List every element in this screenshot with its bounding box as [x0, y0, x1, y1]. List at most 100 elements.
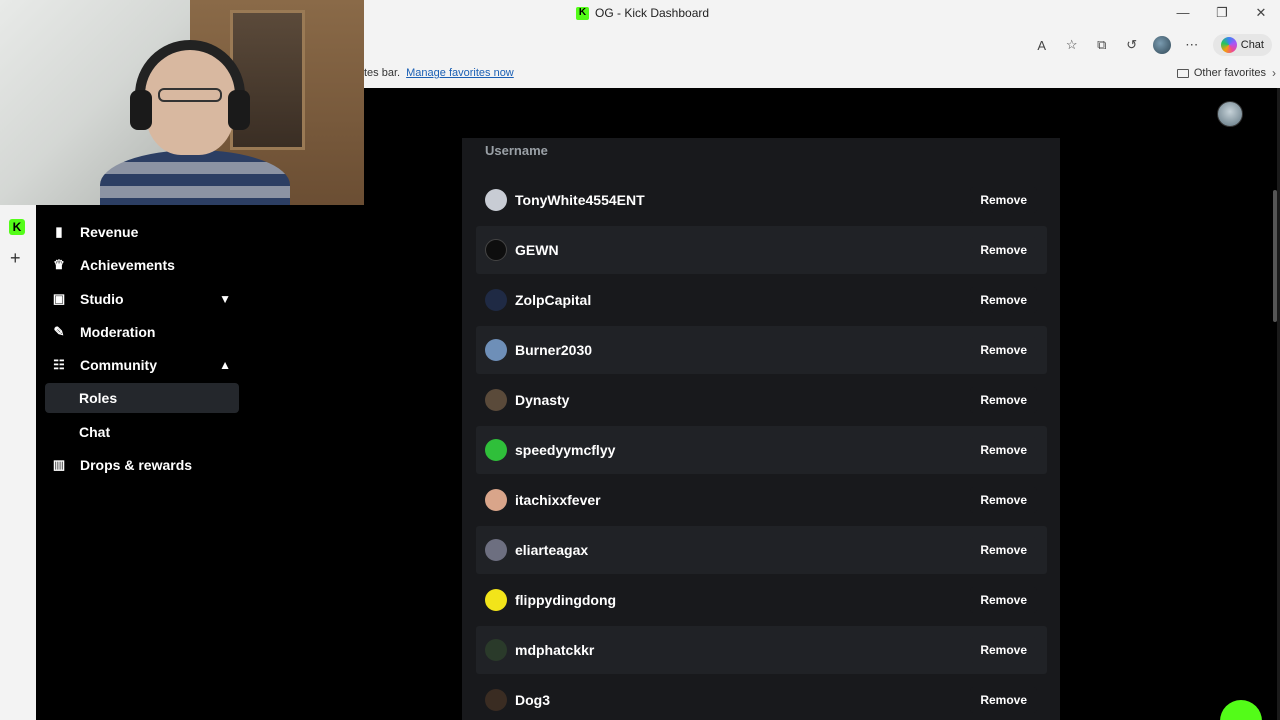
sidebar-item-label: Roles — [79, 390, 118, 406]
remove-button[interactable]: Remove — [970, 637, 1037, 663]
sidebar-item-chat[interactable]: Chat — [45, 417, 239, 447]
avatar — [485, 539, 507, 561]
minimize-icon[interactable]: — — [1168, 4, 1198, 22]
username: Dynasty — [515, 392, 570, 408]
sidebar-item-drops-rewards[interactable]: ▥ Drops & rewards — [45, 450, 239, 480]
username: flippydingdong — [515, 592, 617, 608]
remove-button[interactable]: Remove — [970, 487, 1037, 513]
roles-user-list: Username TonyWhite4554ENT Remove GEWN Re… — [462, 138, 1060, 720]
sidebar-item-label: Studio — [80, 291, 124, 307]
copilot-chat-button[interactable]: Chat — [1212, 34, 1272, 56]
manage-favorites-link[interactable]: Manage favorites now — [406, 67, 514, 79]
remove-button[interactable]: Remove — [970, 187, 1037, 213]
channel-rail: K + — [0, 205, 36, 720]
trophy-icon: ♛ — [53, 257, 65, 272]
favorites-overflow-icon[interactable]: › — [1272, 66, 1276, 80]
username: mdphatckkr — [515, 642, 595, 658]
kick-channel-icon[interactable]: K — [9, 219, 25, 235]
kick-favicon-icon: K — [576, 6, 589, 20]
remove-button[interactable]: Remove — [970, 387, 1037, 413]
window-title-text: OG - Kick Dashboard — [595, 6, 710, 20]
table-row: Burner2030 Remove — [476, 326, 1047, 374]
username: speedyymcflyy — [515, 442, 616, 458]
add-channel-icon[interactable]: + — [10, 249, 21, 267]
other-favorites-folder[interactable]: Other favorites — [1176, 67, 1266, 79]
avatar — [485, 589, 507, 611]
avatar — [485, 289, 507, 311]
sidebar-item-moderation[interactable]: ✎ Moderation — [45, 317, 239, 347]
username: itachixxfever — [515, 492, 601, 508]
history-icon[interactable]: ↺ — [1123, 37, 1141, 53]
table-row: GEWN Remove — [476, 226, 1047, 274]
folder-icon — [1176, 68, 1189, 78]
user-avatar[interactable] — [1217, 101, 1243, 127]
close-icon[interactable]: ✕ — [1246, 4, 1276, 22]
sidebar-item-achievements[interactable]: ♛ Achievements — [45, 250, 239, 280]
table-row: ZolpCapital Remove — [476, 276, 1047, 324]
favorites-bar-text: tes bar. — [364, 67, 401, 79]
avatar — [485, 439, 507, 461]
chevron-up-icon[interactable]: ▲ — [219, 358, 231, 372]
remove-button[interactable]: Remove — [970, 687, 1037, 713]
avatar — [485, 639, 507, 661]
gift-icon: ▥ — [52, 457, 66, 472]
copilot-chat-label: Chat — [1240, 39, 1264, 51]
username: GEWN — [515, 242, 559, 258]
browser-profile-avatar[interactable] — [1152, 36, 1171, 54]
table-row: TonyWhite4554ENT Remove — [476, 176, 1047, 224]
webcam-shirt — [100, 150, 290, 205]
remove-button[interactable]: Remove — [970, 337, 1037, 363]
sidebar-item-roles[interactable]: Roles — [45, 383, 239, 413]
table-row: Dynasty Remove — [476, 376, 1047, 424]
sidebar-item-community[interactable]: ☷ Community ▲ — [45, 350, 239, 380]
sidebar-item-label: Moderation — [80, 324, 156, 340]
username: TonyWhite4554ENT — [515, 192, 645, 208]
other-favorites-label: Other favorites — [1193, 67, 1266, 79]
remove-button[interactable]: Remove — [970, 287, 1037, 313]
restore-icon[interactable]: ❐ — [1207, 4, 1237, 22]
username-column-header: Username — [485, 143, 548, 158]
address-bar[interactable]: A ☆ ⧉ ↺ ⋯ Chat — [364, 30, 1280, 58]
webcam-overlay — [0, 0, 364, 205]
people-icon: ☷ — [53, 357, 65, 372]
avatar — [485, 689, 507, 711]
remove-button[interactable]: Remove — [970, 537, 1037, 563]
avatar — [485, 189, 507, 211]
username: eliarteagax — [515, 542, 589, 558]
remove-button[interactable]: Remove — [970, 237, 1037, 263]
remove-button[interactable]: Remove — [970, 587, 1037, 613]
username: Dog3 — [515, 692, 550, 708]
window-title: K OG - Kick Dashboard — [576, 6, 709, 20]
favorite-star-icon[interactable]: ☆ — [1063, 37, 1081, 53]
extensions-icon[interactable]: ⧉ — [1093, 37, 1111, 53]
wrench-icon: ✎ — [53, 324, 65, 339]
table-row: eliarteagax Remove — [476, 526, 1047, 574]
table-row: itachixxfever Remove — [476, 476, 1047, 524]
avatar — [485, 339, 507, 361]
username: Burner2030 — [515, 342, 593, 358]
avatar — [485, 239, 507, 261]
sidebar-item-revenue[interactable]: ▮ Revenue — [45, 217, 239, 247]
username: ZolpCapital — [515, 292, 592, 308]
sidebar-item-label: Community — [80, 357, 157, 373]
copilot-icon — [1220, 37, 1237, 53]
avatar — [485, 389, 507, 411]
chart-icon: ▮ — [55, 224, 63, 239]
read-aloud-icon[interactable]: A — [1033, 38, 1051, 53]
page-scrollbar-thumb[interactable] — [1273, 190, 1277, 322]
avatar — [485, 489, 507, 511]
table-row: Dog3 Remove — [476, 676, 1047, 720]
sidebar-item-studio[interactable]: ▣ Studio ▼ — [45, 284, 239, 314]
sidebar-item-label: Chat — [79, 424, 111, 440]
remove-button[interactable]: Remove — [970, 437, 1037, 463]
sidebar-item-label: Revenue — [80, 224, 139, 240]
headset-ear-right — [228, 90, 250, 130]
more-menu-icon[interactable]: ⋯ — [1183, 37, 1201, 53]
table-row: flippydingdong Remove — [476, 576, 1047, 624]
chevron-down-icon[interactable]: ▼ — [219, 292, 231, 306]
sidebar-item-label: Achievements — [80, 257, 175, 273]
headset-ear-left — [130, 90, 152, 130]
table-row: speedyymcflyy Remove — [476, 426, 1047, 474]
favorites-bar: tes bar. Manage favorites now Other favo… — [364, 62, 1280, 84]
studio-icon: ▣ — [52, 291, 66, 306]
